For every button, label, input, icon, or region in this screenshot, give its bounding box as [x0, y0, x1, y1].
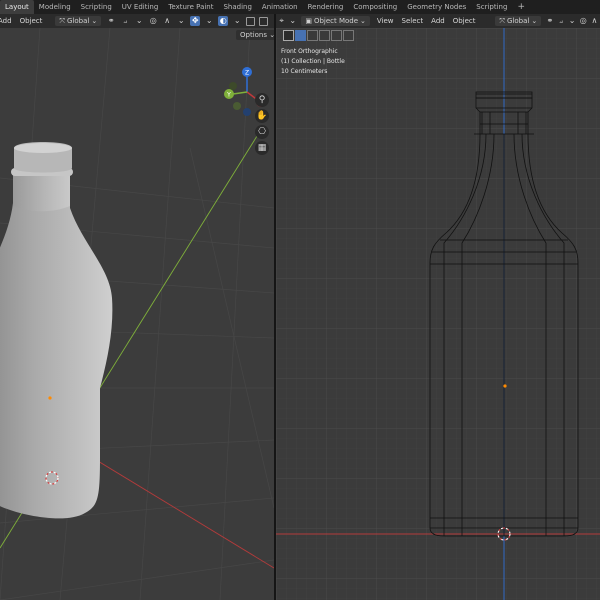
orientation-icon: ⤧ [499, 17, 506, 25]
zoom-icon[interactable]: ⚲ [255, 93, 269, 107]
chevron-down-icon: ⌄ [360, 17, 366, 25]
collection-label: (1) Collection | Bottle [281, 58, 345, 65]
add-menu[interactable]: Add [0, 17, 16, 25]
workspace-tabs: Layout Modeling Scripting UV Editing Tex… [0, 0, 600, 14]
select-tool-icon[interactable] [283, 29, 294, 41]
selection-mode-toolbar [283, 29, 354, 41]
overlay-toggle-icon[interactable]: ◐ [218, 16, 229, 26]
gizmo-toggle-icon[interactable]: ✥ [190, 16, 201, 26]
falloff-icon[interactable]: ∧ [162, 16, 172, 26]
gizmo-dropdown-icon[interactable]: ⌄ [204, 16, 214, 26]
right-viewport-header: ⌖ ⌄ ▣ Object Mode ⌄ View Select Add Object… [276, 14, 600, 28]
overlay-dropdown-icon[interactable]: ⌄ [232, 16, 242, 26]
object-menu[interactable]: Object [16, 17, 47, 25]
tab-texture-paint[interactable]: Texture Paint [163, 0, 218, 14]
chevron-down-icon: ⌄ [91, 17, 98, 25]
snap-icon[interactable]: ⟓ [120, 16, 130, 26]
orientation-icon: ⤧ [59, 17, 65, 25]
select-invert-icon[interactable] [331, 29, 342, 41]
orthographic-scene [276, 28, 600, 600]
tab-layout[interactable]: Layout [0, 0, 34, 14]
add-workspace-button[interactable]: + [512, 0, 530, 14]
pan-hand-icon[interactable]: ✋ [255, 109, 269, 123]
mode-dropdown[interactable]: ▣ Object Mode ⌄ [301, 16, 370, 26]
snap-options-icon[interactable]: ⌄ [569, 16, 576, 26]
viewport-front-orthographic[interactable] [276, 28, 600, 600]
perspective-toggle-icon[interactable]: ▦ [255, 141, 269, 155]
transform-orientation-dropdown[interactable]: ⤧ Global ⌄ [495, 16, 542, 26]
gizmo-y-label: Y [226, 92, 231, 99]
camera-view-icon[interactable]: ⎔ [255, 125, 269, 139]
snap-icon[interactable]: ⟓ [557, 16, 564, 26]
gizmo-z-label: Z [245, 70, 249, 77]
object-origin-dot [48, 396, 52, 400]
select-extend-icon[interactable] [307, 29, 318, 41]
object-menu[interactable]: Object [449, 17, 480, 25]
transform-orientation-dropdown[interactable]: ⤧ Global ⌄ [55, 16, 102, 26]
select-new-icon[interactable] [295, 29, 306, 41]
shading-solid-icon[interactable] [259, 16, 269, 26]
ortho-grid [276, 28, 600, 600]
object-origin-dot [503, 384, 507, 388]
editor-type-icon[interactable]: ⌖ [278, 16, 285, 26]
object-mode-icon: ▣ [305, 17, 312, 25]
xray-icon[interactable] [246, 16, 256, 26]
viewport-perspective[interactable]: Z X Y [0, 28, 274, 600]
left-viewport-header: Add Object ⤧ Global ⌄ ⚭ ⟓ ⌄ ◎ ∧ ⌄ ✥ ⌄ ◐ ⌄ [0, 14, 274, 28]
chevron-down-icon: ⌄ [531, 17, 538, 25]
tab-scripting[interactable]: Scripting [76, 0, 117, 14]
add-menu[interactable]: Add [427, 17, 449, 25]
select-subtract-icon[interactable] [319, 29, 330, 41]
tab-uv-editing[interactable]: UV Editing [117, 0, 164, 14]
tab-scripting-2[interactable]: Scripting [471, 0, 512, 14]
tab-rendering[interactable]: Rendering [303, 0, 349, 14]
tab-shading[interactable]: Shading [218, 0, 256, 14]
falloff-icon[interactable]: ∧ [591, 16, 598, 26]
tab-compositing[interactable]: Compositing [348, 0, 402, 14]
proportional-edit-icon[interactable]: ◎ [580, 16, 587, 26]
perspective-scene: Z X Y [0, 28, 274, 600]
pivot-icon[interactable]: ⚭ [546, 16, 553, 26]
proportional-edit-icon[interactable]: ◎ [148, 16, 158, 26]
options-dropdown[interactable]: Options ⌄ [236, 30, 280, 40]
view-menu[interactable]: View [373, 17, 398, 25]
tab-animation[interactable]: Animation [257, 0, 303, 14]
snap-options-icon[interactable]: ⌄ [134, 16, 144, 26]
tab-modeling[interactable]: Modeling [34, 0, 76, 14]
falloff-dropdown-icon[interactable]: ⌄ [176, 16, 186, 26]
select-menu[interactable]: Select [398, 17, 428, 25]
editor-type-dropdown-icon[interactable]: ⌄ [289, 16, 296, 26]
bottle-object[interactable] [0, 142, 113, 519]
grid-scale-label: 10 Centimeters [281, 68, 328, 75]
view-name-label: Front Orthographic [281, 48, 338, 55]
select-intersect-icon[interactable] [343, 29, 354, 41]
tab-geometry-nodes[interactable]: Geometry Nodes [402, 0, 471, 14]
pivot-icon[interactable]: ⚭ [106, 16, 116, 26]
